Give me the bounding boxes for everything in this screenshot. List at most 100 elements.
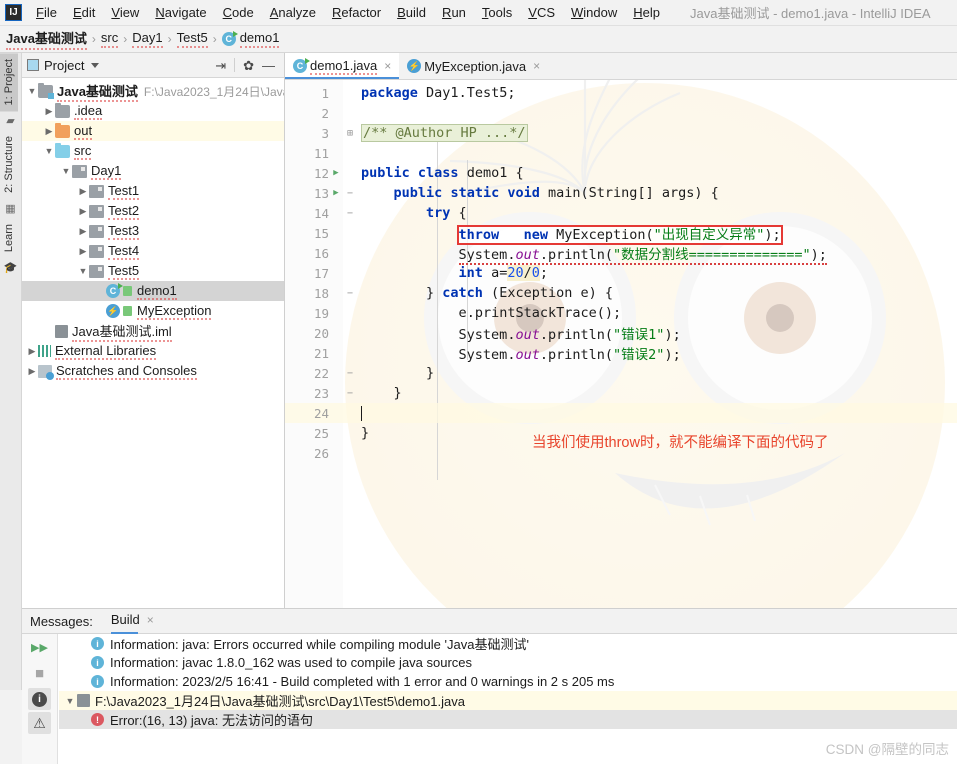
menu-help[interactable]: Help xyxy=(625,2,668,23)
tree-node[interactable]: ▶ Test4 xyxy=(22,241,284,261)
chevron-down-icon[interactable]: ▼ xyxy=(77,266,89,276)
tree-node[interactable]: ▶ Test2 xyxy=(22,201,284,221)
chevron-down-icon[interactable] xyxy=(91,62,100,68)
chevron-down-icon[interactable]: ▼ xyxy=(63,696,77,706)
menu-code[interactable]: Code xyxy=(215,2,262,23)
code-line[interactable]: 14 − try { xyxy=(285,203,957,223)
collapse-all-icon[interactable]: ⇥ xyxy=(215,59,226,72)
fold-toggle-icon[interactable]: − xyxy=(343,188,357,199)
menu-vcs[interactable]: VCS xyxy=(520,2,563,23)
code-line[interactable]: 16 System.out.println("数据分割线============… xyxy=(285,243,957,265)
tree-node[interactable]: ▶ Scratches and Consoles xyxy=(22,361,284,381)
warning-filter-icon[interactable]: ⚠ xyxy=(28,712,51,734)
tab-demo1-java[interactable]: C demo1.java × xyxy=(285,53,400,79)
code-line[interactable]: 24 xyxy=(285,403,957,423)
breadcrumb-item-Java基础测试[interactable]: Java基础测试 xyxy=(6,28,87,50)
chevron-right-icon[interactable]: ▶ xyxy=(43,126,55,137)
tree-node[interactable]: ⚡ MyException xyxy=(22,301,284,321)
tree-node[interactable]: ▶ .idea xyxy=(22,101,284,121)
info-filter-glyph: i xyxy=(32,691,47,707)
menu-edit[interactable]: Edit xyxy=(65,2,103,23)
menu-refactor[interactable]: Refactor xyxy=(324,2,389,23)
tree-node[interactable]: Cdemo1 xyxy=(22,281,284,301)
tree-node[interactable]: Java基础测试.iml xyxy=(22,321,284,342)
close-icon[interactable]: × xyxy=(533,59,540,73)
rerun-icon[interactable]: ▶▶ xyxy=(22,634,57,660)
chevron-right-icon[interactable]: ▶ xyxy=(77,206,89,217)
menu-navigate[interactable]: Navigate xyxy=(147,2,214,23)
stop-icon[interactable]: ■ xyxy=(22,660,57,686)
chevron-right-icon[interactable]: ▶ xyxy=(43,106,55,117)
code-line[interactable]: 15 throw new MyException("出现自定义异常"); xyxy=(285,223,957,245)
menu-file[interactable]: File xyxy=(28,2,65,23)
fold-toggle-icon[interactable]: − xyxy=(343,288,357,299)
fold-toggle-icon[interactable]: − xyxy=(343,208,357,219)
menu-tools[interactable]: Tools xyxy=(474,2,520,23)
code-line[interactable]: 23 − } xyxy=(285,383,957,403)
breadcrumb-item-src[interactable]: src xyxy=(100,30,119,48)
menu-build[interactable]: Build xyxy=(389,2,434,23)
tree-node[interactable]: ▶ Test1 xyxy=(22,181,284,201)
package-icon xyxy=(89,244,104,258)
sidebar-item-structure[interactable]: 2: Structure xyxy=(0,130,18,199)
tab-build[interactable]: Build × xyxy=(110,612,154,634)
message-row[interactable]: i Information: 2023/2/5 16:41 - Build com… xyxy=(59,672,957,691)
breadcrumb-item-Test5[interactable]: Test5 xyxy=(176,30,208,48)
code-line[interactable]: 1 package Day1.Test5; xyxy=(285,83,957,103)
fold-toggle-icon[interactable]: − xyxy=(343,368,357,379)
breadcrumb-item-demo1[interactable]: Cdemo1 xyxy=(221,30,280,48)
code-line[interactable]: 22 − } xyxy=(285,363,957,383)
chevron-down-icon[interactable]: ▼ xyxy=(43,146,55,156)
code-line[interactable]: 20 System.out.println("错误1"); xyxy=(285,323,957,344)
message-row[interactable]: ! Error:(16, 13) java: 无法访问的语句 xyxy=(59,710,957,729)
chevron-down-icon[interactable]: ▼ xyxy=(26,86,38,96)
menu-analyze[interactable]: Analyze xyxy=(262,2,324,23)
code-line[interactable]: 17 int a=20/0; xyxy=(285,263,957,283)
chevron-right-icon[interactable]: ▶ xyxy=(77,186,89,197)
menu-window[interactable]: Window xyxy=(563,2,625,23)
chevron-right-icon[interactable]: ▶ xyxy=(26,346,38,357)
code-editor[interactable]: 1 package Day1.Test5; 2 3 ⊞/** @Author HP ..… xyxy=(285,80,957,608)
message-row[interactable]: i Information: java: Errors occurred whil… xyxy=(59,634,957,653)
tree-node-label: External Libraries xyxy=(55,342,157,360)
tab-myexception-java[interactable]: ⚡ MyException.java × xyxy=(399,53,548,79)
folded-comment[interactable]: /** @Author HP ...*/ xyxy=(361,124,528,142)
tree-node[interactable]: ▼ Java基础测试 F:\Java2023_1月24日\Java xyxy=(22,81,284,102)
code-line[interactable]: 2 xyxy=(285,103,957,123)
chevron-right-icon[interactable]: ▶ xyxy=(26,366,38,377)
tree-node[interactable]: ▼ Test5 xyxy=(22,261,284,281)
fold-toggle-icon[interactable]: ⊞ xyxy=(343,128,357,139)
hide-panel-icon[interactable]: — xyxy=(262,59,275,72)
close-icon[interactable]: × xyxy=(384,59,391,73)
sidebar-item-project[interactable]: 1: Project xyxy=(0,53,18,112)
code-line[interactable]: 18 − } catch (Exception e) { xyxy=(285,283,957,303)
menu-run[interactable]: Run xyxy=(434,2,474,23)
line-number: 17 xyxy=(313,265,329,281)
tree-node[interactable]: ▶ out xyxy=(22,121,284,141)
breadcrumb-item-Day1[interactable]: Day1 xyxy=(132,30,163,48)
code-line[interactable]: 3 ⊞ /** @Author HP ...*/ xyxy=(285,123,957,143)
code-line[interactable]: 21 System.out.println("错误2"); xyxy=(285,343,957,364)
tree-node[interactable]: ▼ Day1 xyxy=(22,161,284,181)
tree-node[interactable]: ▶ Test3 xyxy=(22,221,284,241)
chevron-down-icon[interactable]: ▼ xyxy=(60,166,72,176)
tree-node[interactable]: ▼ src xyxy=(22,141,284,161)
close-icon[interactable]: × xyxy=(147,613,154,627)
tree-node[interactable]: ▶ External Libraries xyxy=(22,341,284,361)
menu-view[interactable]: View xyxy=(103,2,147,23)
line-number: 13 xyxy=(313,185,329,201)
run-gutter-icon[interactable]: ▶ xyxy=(329,168,343,178)
settings-gear-icon[interactable]: ✿ xyxy=(243,59,254,72)
code-line[interactable]: 12 ▶ public class demo1 { xyxy=(285,163,957,183)
chevron-right-icon[interactable]: ▶ xyxy=(77,226,89,237)
code-line[interactable]: 19 e.printStackTrace(); xyxy=(285,303,957,323)
run-gutter-icon[interactable]: ▶ xyxy=(329,188,343,198)
fold-toggle-icon[interactable]: − xyxy=(343,388,357,399)
code-line[interactable]: 11 xyxy=(285,143,957,163)
info-filter-icon[interactable]: i xyxy=(28,688,51,710)
chevron-right-icon[interactable]: ▶ xyxy=(77,246,89,257)
message-row[interactable]: i Information: javac 1.8.0_162 was used t… xyxy=(59,653,957,672)
message-row[interactable]: ▼ F:\Java2023_1月24日\Java基础测试\src\Day1\Tes… xyxy=(59,691,957,710)
code-line[interactable]: 13 ▶ − public static void main(String[] ar… xyxy=(285,183,957,203)
sidebar-item-learn[interactable]: Learn xyxy=(0,218,18,258)
